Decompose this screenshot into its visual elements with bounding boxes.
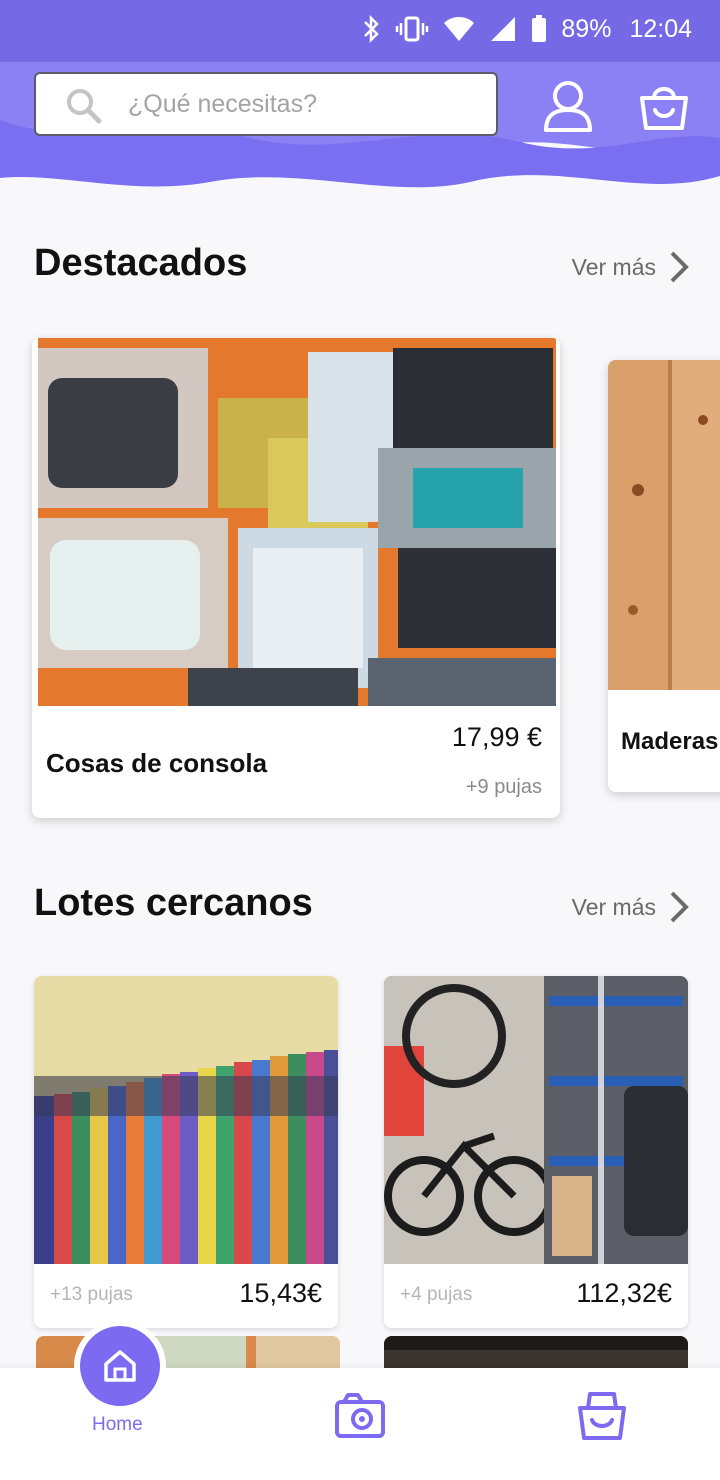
lot-card-image	[34, 976, 338, 1264]
clock: 12:04	[629, 14, 692, 43]
user-icon[interactable]	[540, 78, 596, 134]
featured-card-image	[608, 360, 720, 690]
lot-card[interactable]: +13 pujas 15,43€	[34, 976, 338, 1328]
lot-price: 112,32€	[576, 1278, 672, 1308]
featured-section-title: Destacados	[34, 242, 248, 284]
basket-icon[interactable]	[576, 1390, 628, 1442]
vibrate-icon	[396, 16, 429, 42]
nearby-section-title: Lotes cercanos	[34, 882, 313, 924]
see-more-label: Ver más	[571, 893, 656, 920]
lot-price: 15,43€	[239, 1278, 322, 1308]
lot-card-image	[384, 976, 688, 1264]
camera-icon[interactable]	[334, 1390, 386, 1442]
featured-item-name: Cosas de consola	[46, 748, 268, 778]
battery-icon	[532, 15, 547, 42]
status-bar: 89% 12:04	[0, 0, 720, 62]
featured-item-name: Maderas	[621, 728, 719, 755]
featured-card[interactable]: Cosas de consola 17,99 € +9 pujas	[32, 338, 560, 818]
featured-card[interactable]: Maderas	[608, 360, 720, 792]
lot-bids: +13 pujas	[50, 1284, 133, 1305]
bluetooth-icon	[364, 14, 380, 44]
wifi-icon	[444, 17, 475, 41]
search-box[interactable]	[34, 72, 498, 136]
home-label: Home	[92, 1414, 143, 1435]
home-icon	[104, 1350, 136, 1382]
featured-item-price: 17,99 €	[451, 722, 542, 752]
chevron-right-icon	[670, 251, 689, 283]
chevron-right-icon	[670, 891, 689, 923]
see-more-label: Ver más	[571, 253, 656, 280]
featured-card-image	[38, 338, 556, 706]
search-input[interactable]	[128, 82, 488, 126]
shopping-bag-icon[interactable]	[636, 78, 692, 134]
battery-percentage: 89%	[561, 14, 612, 43]
signal-icon	[491, 17, 516, 41]
lot-bids: +4 pujas	[400, 1284, 473, 1305]
search-icon	[67, 89, 102, 124]
nearby-see-more[interactable]: Ver más	[572, 890, 690, 924]
featured-item-bids: +9 pujas	[465, 776, 542, 798]
home-button[interactable]	[74, 1320, 166, 1412]
featured-see-more[interactable]: Ver más	[572, 250, 690, 284]
lot-card[interactable]: +4 pujas 112,32€	[384, 976, 688, 1328]
